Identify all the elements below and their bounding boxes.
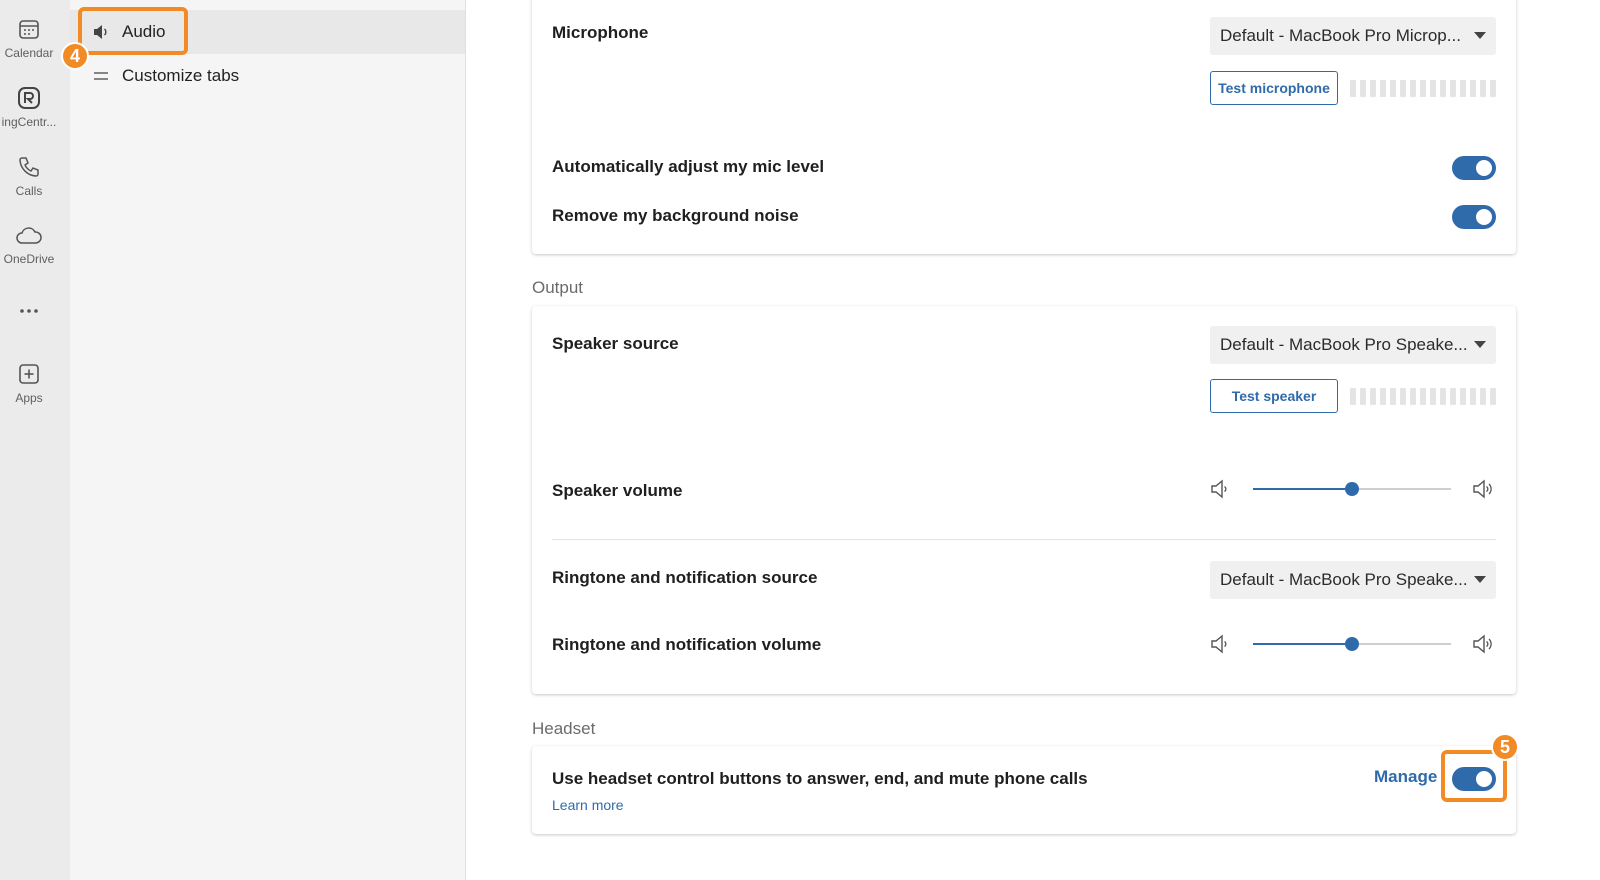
microphone-label: Microphone <box>552 23 649 42</box>
mic-level-meter <box>1350 79 1496 97</box>
learn-more-link[interactable]: Learn more <box>552 797 624 813</box>
nav-label-customize-tabs: Customize tabs <box>122 66 240 85</box>
rail-item-apps[interactable]: Apps <box>0 362 58 405</box>
output-section-title: Output <box>532 278 584 297</box>
rail-item-more[interactable] <box>0 306 58 316</box>
rail-item-ringcentral[interactable]: ingCentr... <box>0 86 58 129</box>
rail-label-apps: Apps <box>15 391 43 405</box>
chevron-down-icon <box>1474 341 1486 348</box>
step-badge-4: 4 <box>61 42 89 70</box>
speaker-volume-slider[interactable] <box>1210 477 1496 501</box>
volume-high-icon <box>1473 634 1492 654</box>
microphone-select[interactable]: Default - MacBook Pro Microp... <box>1210 17 1496 55</box>
speaker-volume-thumb[interactable] <box>1345 482 1359 496</box>
rail-label-ringcentral: ingCentr... <box>1 115 57 129</box>
menu-lines-icon <box>92 67 110 85</box>
phone-icon <box>19 157 39 177</box>
output-card: Speaker source Default - MacBook Pro Spe… <box>532 306 1516 694</box>
test-speaker-button[interactable]: Test speaker <box>1210 379 1338 413</box>
volume-high-icon <box>1473 479 1492 499</box>
app-rail: Calendar ingCentr... Calls OneDrive Apps <box>0 0 70 880</box>
ringtone-volume-thumb[interactable] <box>1345 637 1359 651</box>
headset-card: Use headset control buttons to answer, e… <box>532 746 1516 834</box>
auto-adjust-label: Automatically adjust my mic level <box>552 157 825 176</box>
calendar-icon <box>19 20 39 39</box>
more-icon <box>20 309 38 313</box>
rail-label-calendar: Calendar <box>4 46 54 60</box>
volume-low-icon <box>1211 479 1227 499</box>
auto-adjust-toggle[interactable] <box>1452 156 1496 180</box>
rail-item-onedrive[interactable]: OneDrive <box>0 225 58 266</box>
speaker-source-label: Speaker source <box>552 334 679 353</box>
headset-control-label: Use headset control buttons to answer, e… <box>552 769 1088 788</box>
settings-nav: Audio Customize tabs <box>70 0 466 880</box>
rail-label-calls: Calls <box>15 184 43 198</box>
speaker-volume-label: Speaker volume <box>552 481 683 500</box>
add-app-icon <box>19 364 39 384</box>
test-microphone-button[interactable]: Test microphone <box>1210 71 1338 105</box>
audio-settings-panel: Microphone Default - MacBook Pro Microp.… <box>466 0 1600 880</box>
volume-low-icon <box>1211 634 1227 654</box>
ringcentral-icon <box>18 87 40 109</box>
chevron-down-icon <box>1474 576 1486 583</box>
cloud-icon <box>16 227 42 244</box>
step-badge-5: 5 <box>1491 733 1519 761</box>
chevron-down-icon <box>1474 32 1486 39</box>
microphone-select-value: Default - MacBook Pro Microp... <box>1220 26 1461 45</box>
noise-removal-label: Remove my background noise <box>552 206 799 225</box>
output-divider <box>552 539 1496 540</box>
rail-item-calls[interactable]: Calls <box>0 155 58 198</box>
manage-link[interactable]: Manage <box>1374 767 1437 787</box>
nav-item-customize-tabs[interactable]: Customize tabs <box>70 54 465 98</box>
ringtone-volume-slider[interactable] <box>1210 632 1496 656</box>
headset-section-title: Headset <box>532 719 596 738</box>
ringtone-volume-label: Ringtone and notification volume <box>552 635 822 654</box>
ringtone-source-value: Default - MacBook Pro Speake... <box>1220 570 1468 589</box>
app-window: Calendar ingCentr... Calls OneDrive Apps… <box>0 0 1600 880</box>
ringtone-source-select[interactable]: Default - MacBook Pro Speake... <box>1210 561 1496 599</box>
speaker-source-value: Default - MacBook Pro Speake... <box>1220 335 1468 354</box>
noise-removal-toggle[interactable] <box>1452 205 1496 229</box>
input-card: Microphone Default - MacBook Pro Microp.… <box>532 0 1516 254</box>
speaker-source-select[interactable]: Default - MacBook Pro Speake... <box>1210 326 1496 364</box>
rail-item-calendar[interactable]: Calendar <box>0 17 58 60</box>
rail-label-onedrive: OneDrive <box>3 252 55 266</box>
audio-highlight-box <box>78 7 188 55</box>
ringtone-source-label: Ringtone and notification source <box>552 568 818 587</box>
speaker-level-meter <box>1350 387 1496 405</box>
